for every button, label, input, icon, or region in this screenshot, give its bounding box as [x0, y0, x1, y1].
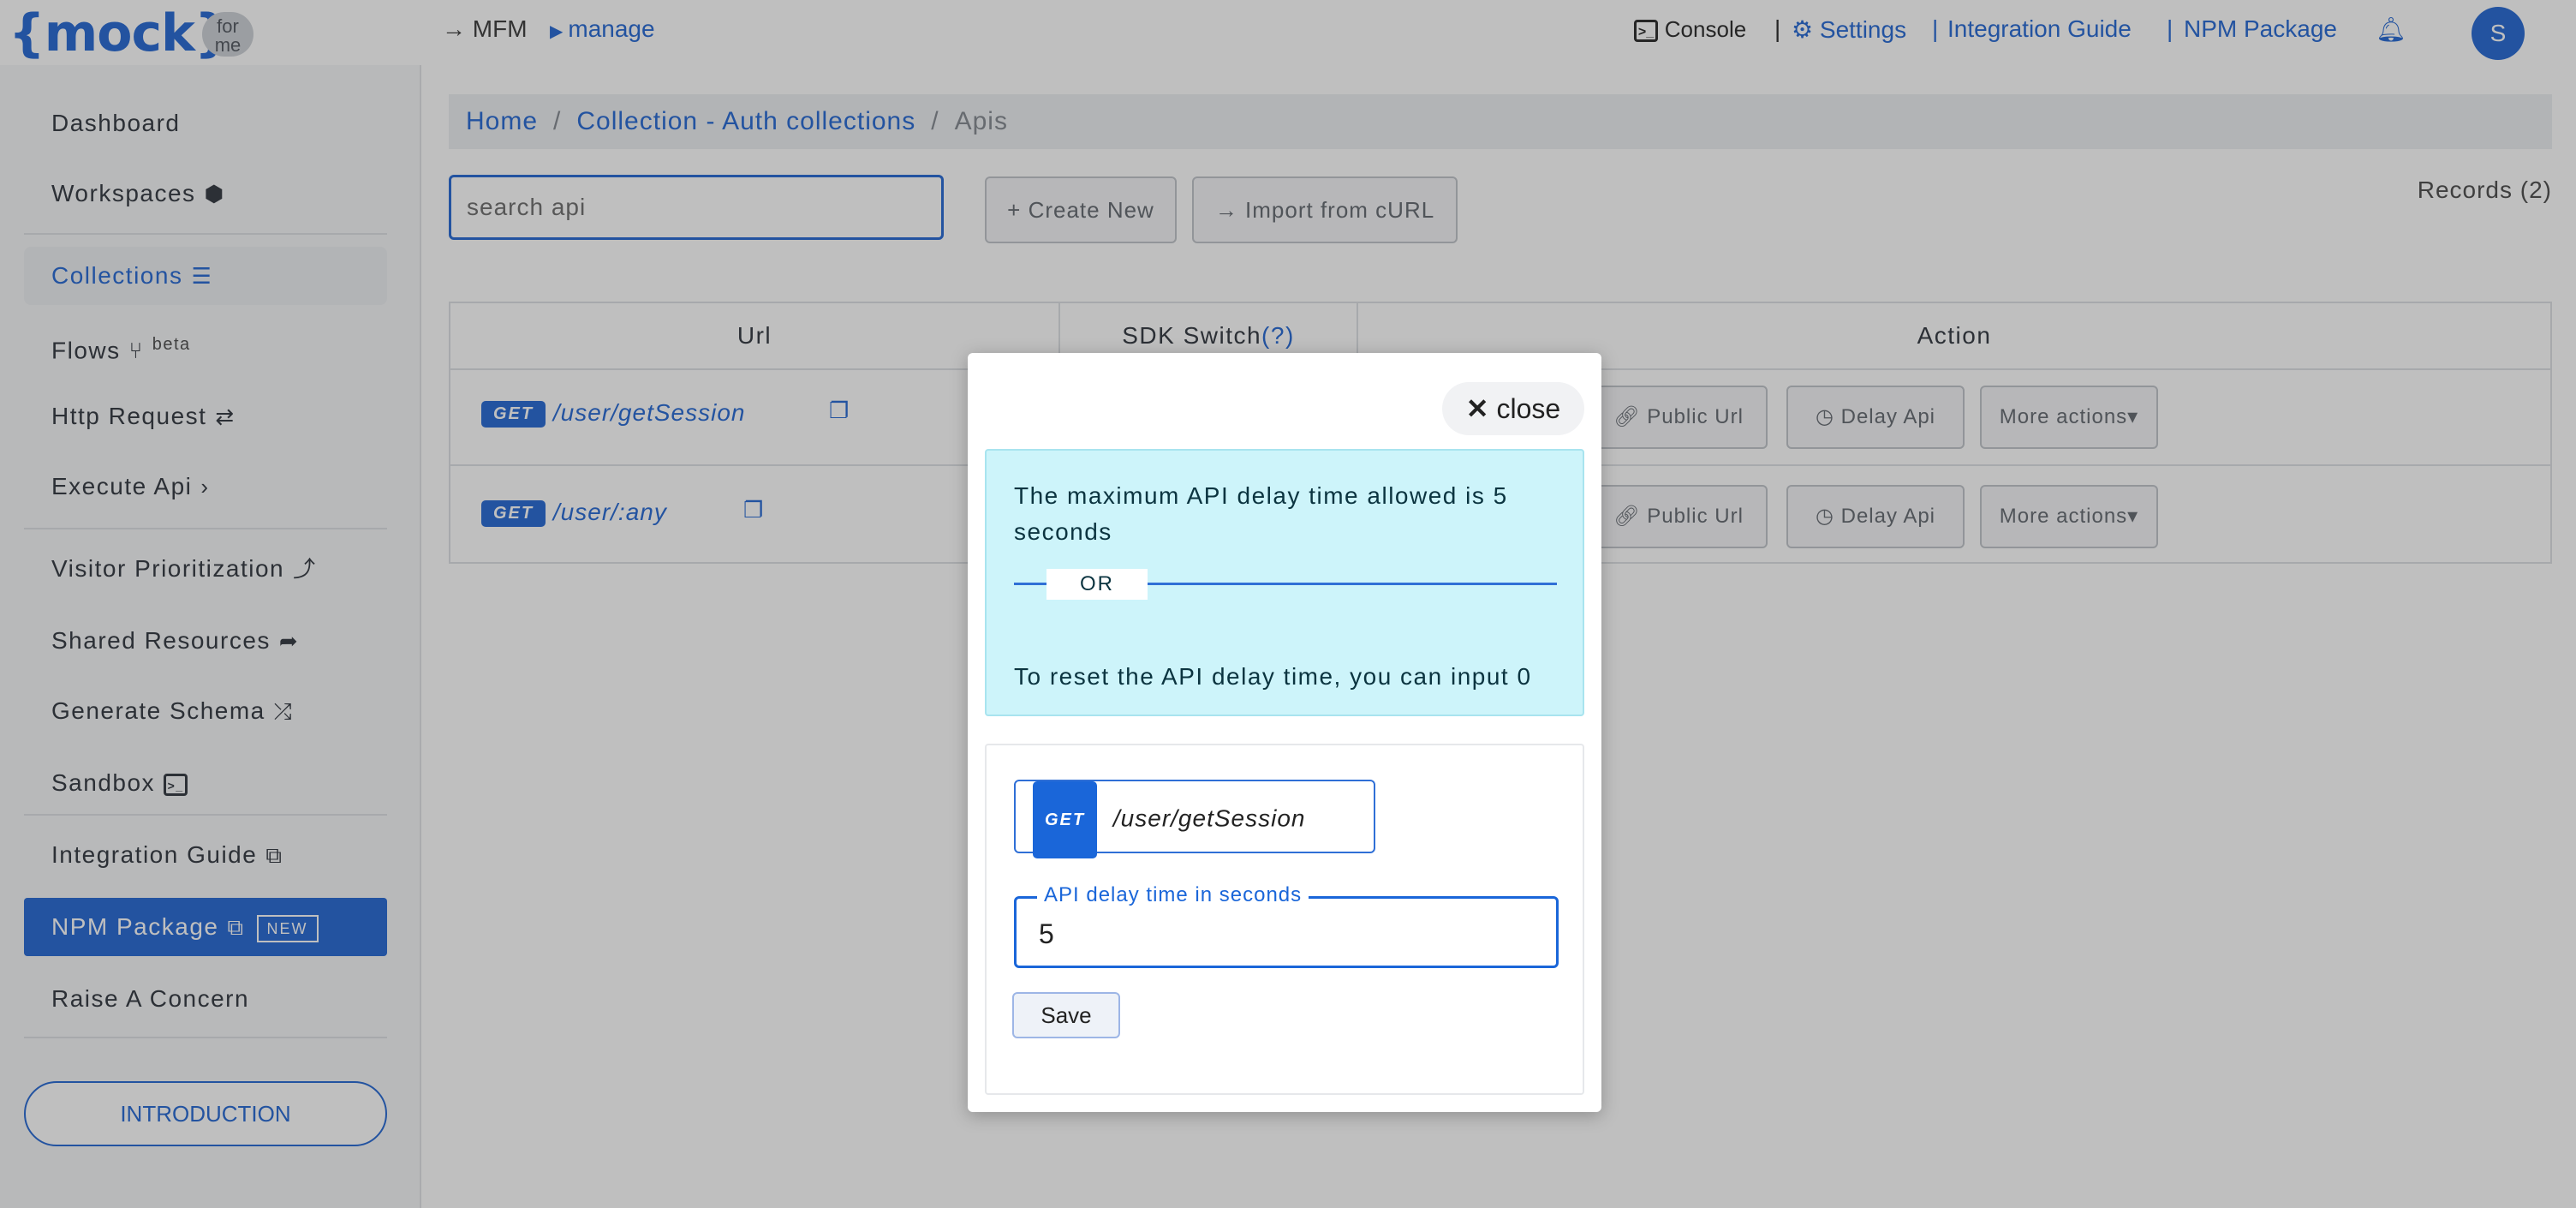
- info-max-delay-text: The maximum API delay time allowed is 5 …: [1014, 482, 1508, 545]
- delay-time-field: API delay time in seconds: [1014, 883, 1559, 968]
- selected-api-chip: GET /user/getSession: [1014, 780, 1375, 858]
- api-path: /user/getSession: [1112, 804, 1306, 832]
- delay-api-modal: ✕ close The maximum API delay time allow…: [968, 353, 1601, 1112]
- save-button[interactable]: Save: [1012, 992, 1120, 1038]
- delay-time-input[interactable]: [1037, 916, 1537, 952]
- close-button[interactable]: ✕ close: [1442, 382, 1584, 435]
- info-reset-text: To reset the API delay time, you can inp…: [1014, 663, 1532, 690]
- or-label: OR: [1046, 569, 1148, 600]
- close-label: close: [1496, 393, 1561, 424]
- info-alert: The maximum API delay time allowed is 5 …: [985, 449, 1584, 716]
- close-icon: ✕: [1465, 393, 1489, 424]
- method-badge: GET: [1033, 781, 1098, 858]
- delay-time-label: API delay time in seconds: [1037, 883, 1309, 907]
- delay-form: GET /user/getSession API delay time in s…: [985, 744, 1584, 1095]
